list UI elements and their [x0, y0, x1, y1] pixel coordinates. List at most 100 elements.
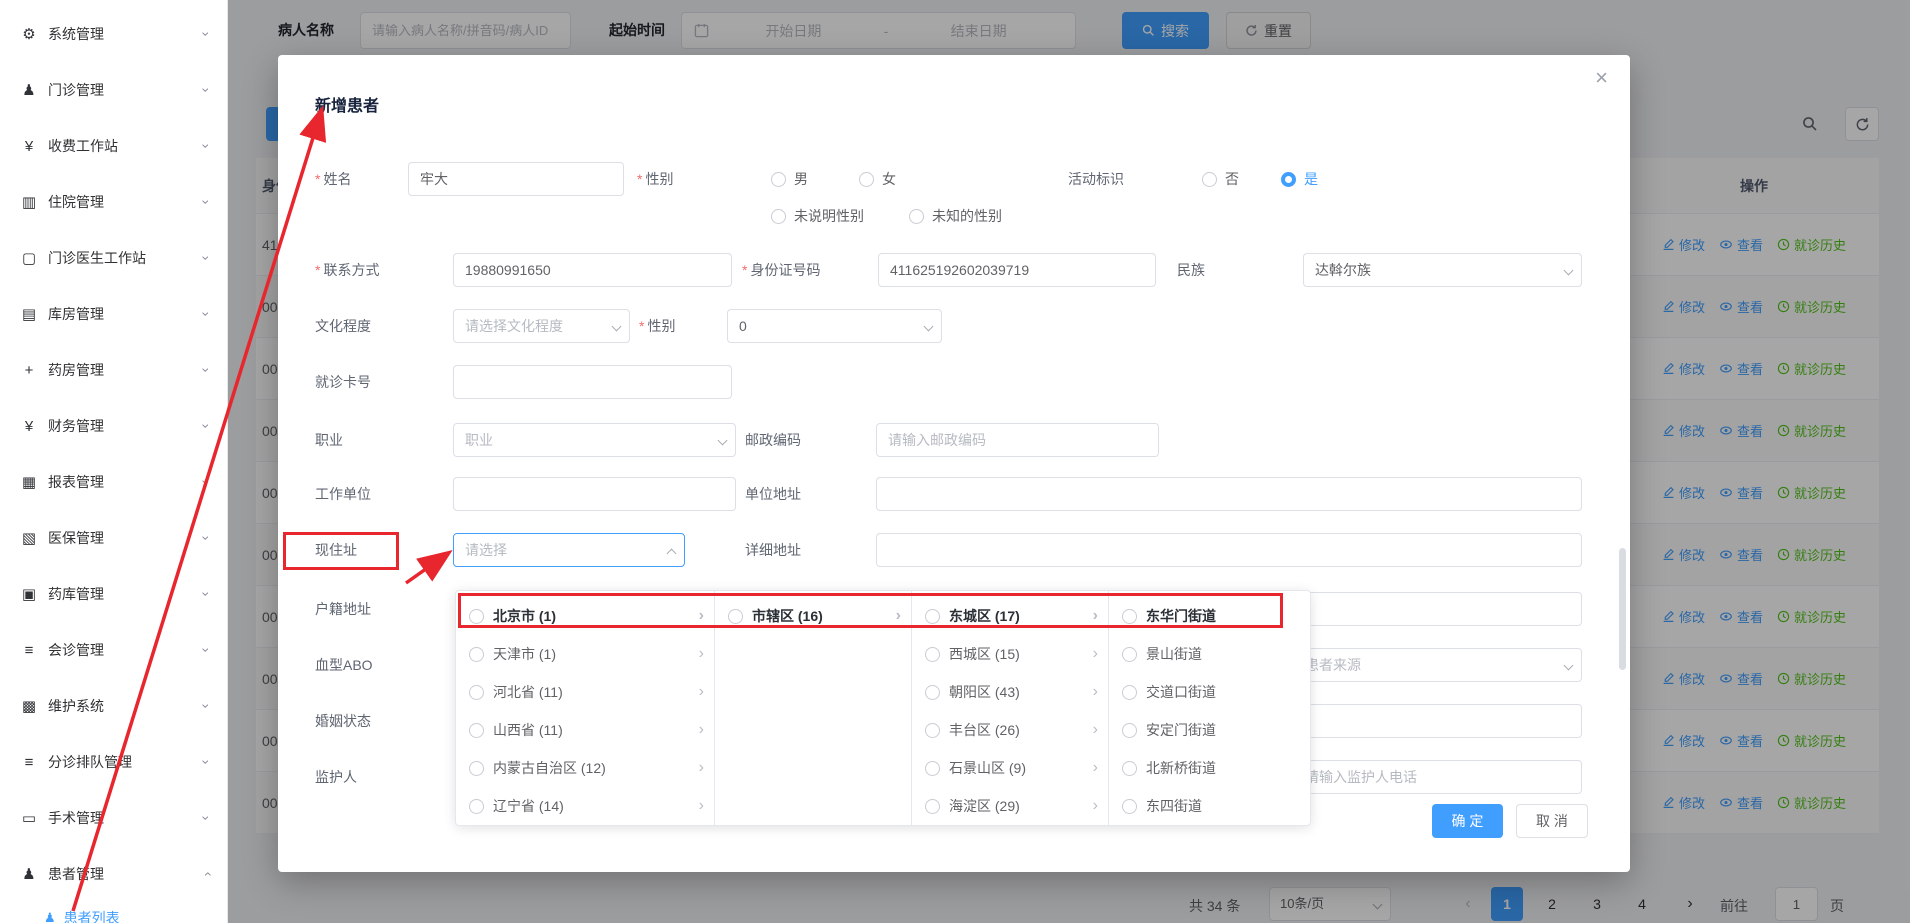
contact-input[interactable] — [453, 253, 732, 287]
sidebar-item[interactable]: ≡ 会诊管理 › — [0, 622, 227, 678]
cancel-button[interactable]: 取 消 — [1516, 804, 1588, 838]
id-number-input[interactable] — [878, 253, 1156, 287]
cascader-district-option[interactable]: 朝阳区 (43) › — [912, 673, 1108, 711]
sidebar-item[interactable]: ⚙ 系统管理 › — [0, 6, 227, 62]
chevron-icon: › — [200, 872, 214, 877]
chevron-down-icon — [718, 436, 728, 446]
sidebar-item[interactable]: ≡ 分诊排队管理 › — [0, 734, 227, 790]
occupation-label: 职业 — [315, 423, 343, 457]
sidebar-item[interactable]: ♟ 门诊管理 › — [0, 62, 227, 118]
cascader-city-option[interactable]: 市辖区 (16) › — [715, 597, 911, 635]
radio-icon — [925, 723, 940, 738]
marital-status-label: 婚姻状态 — [315, 704, 371, 738]
radio-female[interactable]: 女 — [859, 162, 896, 196]
postcode-label: 邮政编码 — [745, 423, 801, 457]
sidebar-item[interactable]: ▭ 手术管理 › — [0, 790, 227, 846]
cascader-province-option[interactable]: 辽宁省 (14) › — [456, 787, 714, 825]
work-unit-input[interactable] — [453, 477, 736, 511]
name-label: *姓名 — [315, 162, 351, 196]
insurance-mail-icon: ▧ — [18, 529, 40, 547]
detail-address-input[interactable] — [876, 533, 1582, 567]
form-row: 工作单位 单位地址 — [315, 477, 1582, 511]
chevron-icon: › — [200, 32, 214, 37]
cascader-district-option[interactable]: 东城区 (17) › — [912, 597, 1108, 635]
radio-active-no[interactable]: 否 — [1202, 162, 1239, 196]
sidebar-item[interactable]: + 药房管理 › — [0, 342, 227, 398]
radio-male[interactable]: 男 — [771, 162, 808, 196]
chevron-right-icon: › — [1093, 608, 1098, 624]
occupation-select[interactable]: 职业 — [453, 423, 736, 457]
cascader-province-option[interactable]: 山西省 (11) › — [456, 711, 714, 749]
registered-address-extra-input[interactable] — [1293, 592, 1582, 626]
cascader-province-option[interactable]: 天津市 (1) › — [456, 635, 714, 673]
cascader-district-option[interactable]: 西城区 (15) › — [912, 635, 1108, 673]
chevron-down-icon — [1564, 266, 1574, 276]
close-icon[interactable]: × — [1595, 67, 1608, 89]
gear-icon: ⚙ — [18, 25, 40, 43]
sidebar-item-label: 住院管理 — [48, 192, 204, 212]
warehouse-icon: ▤ — [18, 305, 40, 323]
cascader-district-option[interactable]: 丰台区 (26) › — [912, 711, 1108, 749]
sidebar-item[interactable]: ▥ 住院管理 › — [0, 174, 227, 230]
cascader-province-option[interactable]: 北京市 (1) › — [456, 597, 714, 635]
education-select[interactable]: 请选择文化程度 — [453, 309, 630, 343]
card-no-input[interactable] — [453, 365, 732, 399]
sidebar-item[interactable]: ▢ 门诊医生工作站 › — [0, 230, 227, 286]
radio-icon — [469, 723, 484, 738]
sidebar-item[interactable]: ▦ 报表管理 › — [0, 454, 227, 510]
sidebar-item[interactable]: ♟ 患者管理 › — [0, 846, 227, 902]
chevron-right-icon: › — [1093, 760, 1098, 776]
sidebar-item[interactable]: ▣ 药库管理 › — [0, 566, 227, 622]
sidebar-item-label: 收费工作站 — [48, 136, 204, 156]
chevron-down-icon — [612, 322, 622, 332]
sidebar-item[interactable]: ¥ 收费工作站 › — [0, 118, 227, 174]
patient-source-select[interactable]: 患者来源 — [1293, 648, 1582, 682]
chevron-right-icon: › — [1093, 798, 1098, 814]
radio-gender-unknown[interactable]: 未知的性别 — [909, 199, 1002, 233]
unit-address-input[interactable] — [876, 477, 1582, 511]
guardian-label: 监护人 — [315, 760, 357, 794]
cascader-province-option[interactable]: 河北省 (11) › — [456, 673, 714, 711]
radio-active-yes[interactable]: 是 — [1281, 162, 1318, 196]
sidebar-item-patient-list[interactable]: ♟ 患者列表 — [0, 903, 227, 923]
sidebar-item-label: 财务管理 — [48, 416, 204, 436]
cascader-street-option[interactable]: 交道口街道 — [1109, 673, 1309, 711]
radio-icon — [925, 685, 940, 700]
contact-label: *联系方式 — [315, 253, 379, 287]
gender-code-select[interactable]: 0 — [727, 309, 942, 343]
chevron-icon: › — [200, 200, 214, 205]
ethnicity-label: 民族 — [1177, 253, 1205, 287]
current-address-cascader[interactable]: 请选择 — [453, 533, 685, 567]
guardian-phone-input[interactable] — [1293, 760, 1582, 794]
sidebar-item-label: 药房管理 — [48, 360, 204, 380]
cascader-street-option[interactable]: 东华门街道 — [1109, 597, 1309, 635]
cascader-district-option[interactable]: 石景山区 (9) › — [912, 749, 1108, 787]
radio-icon — [1122, 723, 1137, 738]
chevron-up-icon — [667, 549, 677, 559]
radio-icon — [859, 172, 874, 187]
radio-icon — [1122, 761, 1137, 776]
name-input[interactable] — [408, 162, 624, 196]
sidebar-item-label: 患者管理 — [48, 864, 204, 884]
cascader-street-option[interactable]: 景山街道 — [1109, 635, 1309, 673]
confirm-button[interactable]: 确 定 — [1432, 804, 1503, 838]
chevron-right-icon: › — [699, 722, 704, 738]
postcode-input[interactable] — [876, 423, 1159, 457]
cascader-street-option[interactable]: 安定门街道 — [1109, 711, 1309, 749]
sidebar-item[interactable]: ▩ 维护系统 › — [0, 678, 227, 734]
cascader-district-option[interactable]: 海淀区 (29) › — [912, 787, 1108, 825]
cascader-province-option[interactable]: 内蒙古自治区 (12) › — [456, 749, 714, 787]
dialog-title: 新增患者 — [315, 92, 379, 116]
marital-extra-input[interactable] — [1293, 704, 1582, 738]
sidebar-item[interactable]: ▧ 医保管理 › — [0, 510, 227, 566]
chevron-right-icon: › — [1093, 684, 1098, 700]
sidebar-item[interactable]: ¥ 财务管理 › — [0, 398, 227, 454]
sidebar-item[interactable]: ▤ 库房管理 › — [0, 286, 227, 342]
radio-gender-unstated[interactable]: 未说明性别 — [771, 199, 864, 233]
modal-scrollbar[interactable] — [1619, 548, 1626, 670]
cascader-street-option[interactable]: 北新桥街道 — [1109, 749, 1309, 787]
radio-icon — [469, 761, 484, 776]
ethnicity-select[interactable]: 达斡尔族 — [1303, 253, 1582, 287]
drug-store-icon: ▣ — [18, 585, 40, 603]
cascader-street-option[interactable]: 东四街道 — [1109, 787, 1309, 825]
